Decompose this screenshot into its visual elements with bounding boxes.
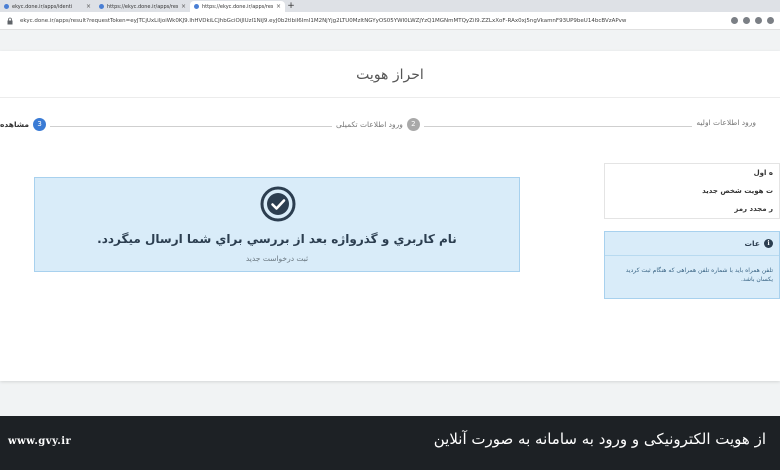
url-field[interactable]: ekyc.done.ir/apps/result?requestToken=ey… — [14, 18, 731, 24]
star-icon[interactable] — [743, 17, 750, 24]
browser-tab-2[interactable]: https://ekyc.done.ir/apps/res × — [95, 1, 190, 12]
side-info-text: تلفن همراه باید با شماره تلفن همراهی که … — [625, 267, 773, 283]
info-message: نام کاربري و گذرواژه بعد از بررسي براي ش… — [97, 232, 457, 246]
step-label: ورود اطلاعات تکمیلی — [336, 120, 403, 129]
new-tab-button[interactable]: + — [285, 1, 297, 12]
lock-icon[interactable] — [6, 17, 14, 25]
check-circle-icon — [260, 186, 296, 222]
banner-title: از هویت الکترونیکی و ورود به سامانه به ص… — [433, 430, 766, 448]
page-content: احراز هویت ورود اطلاعات اولیه 2 ورود اطل… — [0, 31, 780, 416]
step-number: 3 — [33, 118, 47, 131]
profile-icon[interactable] — [767, 17, 774, 24]
step-label: مشاهده — [0, 120, 30, 129]
favicon-icon — [99, 4, 104, 9]
extension-icon[interactable] — [755, 17, 762, 24]
translate-icon[interactable] — [731, 17, 738, 24]
side-info-panel: i عات تلفن همراه باید با شماره تلفن همرا… — [604, 231, 780, 299]
title-divider — [0, 97, 780, 98]
caption-banner: www.gvy.ir از هویت الکترونیکی و ورود به … — [0, 416, 780, 470]
browser-tab-bar: ekyc.done.ir/apps/identi × https://ekyc.… — [0, 0, 780, 12]
side-menu: ه اول ت هویت شخص جدید ر مجدد رمز — [604, 163, 780, 219]
step-2: 2 ورود اطلاعات تکمیلی — [332, 118, 424, 131]
new-request-link[interactable]: ثبت درخواست جدید — [35, 254, 519, 263]
close-icon[interactable]: × — [86, 3, 91, 10]
step-1: ورود اطلاعات اولیه — [692, 118, 760, 127]
address-bar-actions — [731, 17, 774, 24]
browser-tab-3[interactable]: https://ekyc.done.ir/apps/result × — [190, 1, 285, 12]
close-icon[interactable]: × — [181, 3, 186, 10]
info-icon: i — [764, 239, 773, 248]
favicon-icon — [194, 4, 199, 9]
step-number: 2 — [406, 118, 420, 131]
site-watermark: www.gvy.ir — [8, 436, 72, 447]
favicon-icon — [4, 4, 9, 9]
tab-label: https://ekyc.done.ir/apps/result — [202, 3, 273, 10]
page-title: احراز هویت — [356, 67, 424, 83]
side-menu-item-new-identity[interactable]: ت هویت شخص جدید — [605, 182, 779, 200]
success-info-box: نام کاربري و گذرواژه بعد از بررسي براي ش… — [34, 177, 520, 272]
main-card: احراز هویت ورود اطلاعات اولیه 2 ورود اطل… — [0, 51, 780, 381]
side-menu-item-reset-password[interactable]: ر مجدد رمز — [605, 200, 779, 218]
side-info-title: عات — [744, 239, 760, 248]
tab-label: ekyc.done.ir/apps/identi — [12, 3, 73, 10]
browser-tab-1[interactable]: ekyc.done.ir/apps/identi × — [0, 1, 95, 12]
step-3: 3 مشاهده — [0, 118, 51, 131]
tab-label: https://ekyc.done.ir/apps/res — [107, 3, 178, 10]
side-menu-item-first[interactable]: ه اول — [605, 164, 779, 182]
step-label: ورود اطلاعات اولیه — [696, 118, 756, 127]
side-info-heading: i عات — [605, 232, 779, 256]
close-icon[interactable]: × — [276, 3, 281, 10]
address-bar: ekyc.done.ir/apps/result?requestToken=ey… — [0, 12, 780, 30]
